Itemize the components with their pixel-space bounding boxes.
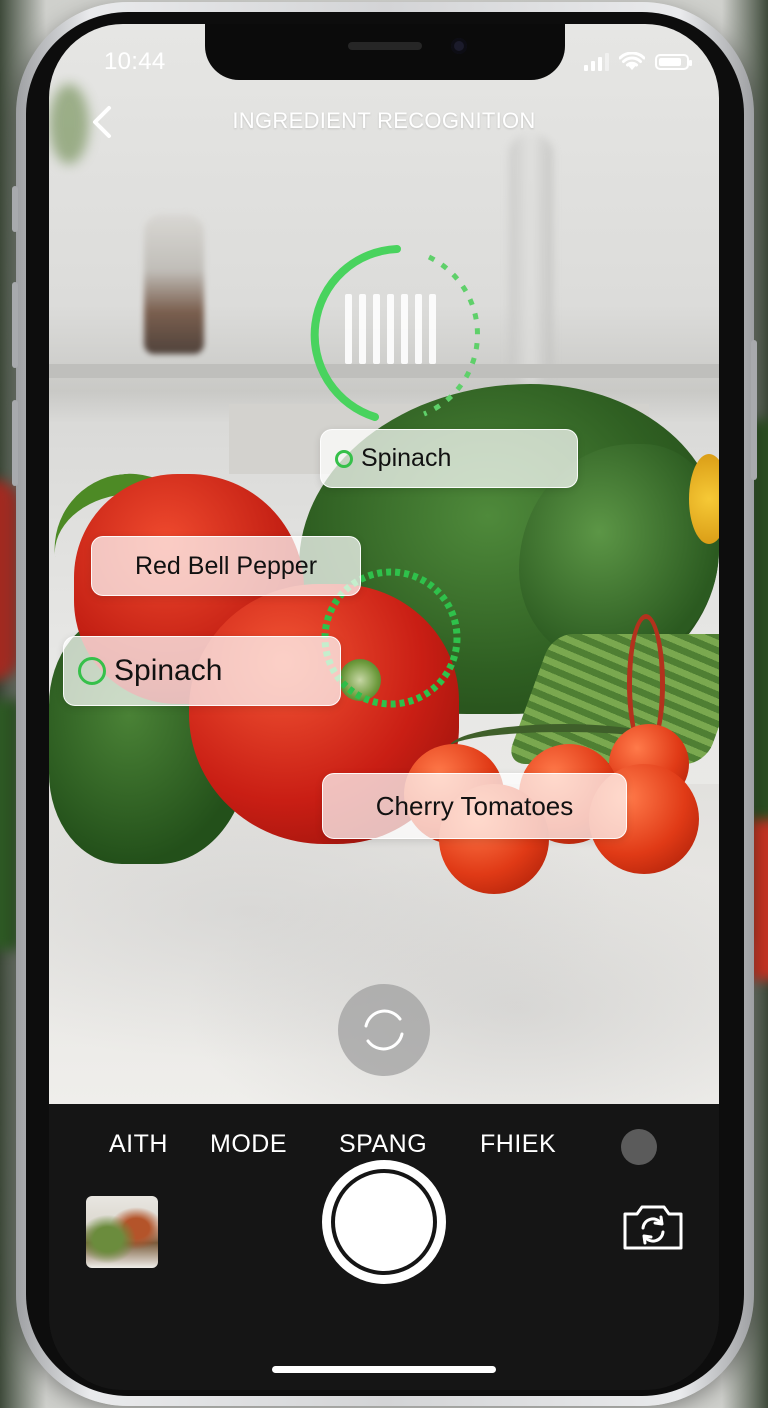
detection-label: Red Bell Pepper (134, 551, 318, 580)
status-time: 10:44 (104, 48, 166, 75)
volume-down-button (12, 400, 18, 486)
notch (205, 24, 565, 80)
scan-progress-icon (310, 245, 480, 421)
wifi-icon (619, 52, 645, 70)
earpiece-speaker (348, 42, 422, 50)
gallery-thumbnail-icon[interactable] (86, 1196, 158, 1268)
background-bottle (144, 214, 204, 354)
background-faucet (509, 134, 553, 384)
power-button (751, 340, 757, 480)
mode-option[interactable]: MODE (210, 1130, 287, 1159)
rescan-button[interactable] (338, 984, 430, 1076)
status-icons (584, 52, 692, 72)
signal-icon (584, 53, 609, 71)
shutter-button[interactable] (322, 1160, 446, 1284)
detection-label: Cherry Tomatoes (375, 790, 574, 821)
home-indicator[interactable] (272, 1366, 496, 1373)
battery-icon (655, 54, 692, 70)
refresh-icon (364, 1009, 404, 1051)
camera-controls (49, 1160, 719, 1390)
mode-option[interactable]: AITH (109, 1130, 168, 1159)
detection-tag-spinach[interactable]: Spinach (320, 429, 578, 488)
detection-label: Spinach (361, 444, 452, 472)
detection-tag-cherry-tomatoes[interactable]: Cherry Tomatoes (322, 773, 627, 839)
page-title: INGREDIENT RECOGNITION (232, 108, 536, 133)
detection-indicator-icon (335, 449, 353, 468)
mode-option[interactable]: SPANG (339, 1130, 427, 1159)
volume-up-button (12, 282, 18, 368)
detection-tag-spinach[interactable]: Spinach (63, 636, 341, 706)
screen: 10:44 INGREDIENT RECOGNITION Spinach Red… (49, 24, 719, 1390)
mute-switch (12, 186, 18, 232)
detection-indicator-icon (78, 657, 106, 685)
detection-label: Spinach (114, 654, 223, 687)
mode-option[interactable]: FHIEK (480, 1130, 556, 1159)
front-camera (451, 38, 467, 54)
shutter-icon (331, 1169, 437, 1275)
mode-dot-icon[interactable] (621, 1129, 657, 1165)
detection-tag-red-bell-pepper[interactable]: Red Bell Pepper (91, 536, 361, 596)
flip-camera-icon[interactable] (621, 1200, 685, 1252)
